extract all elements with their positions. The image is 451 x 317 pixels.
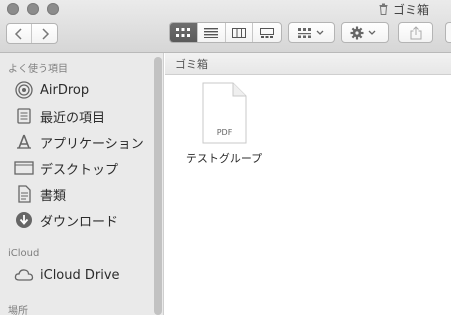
sidebar-scrollbar[interactable] [154,57,162,315]
gear-icon [350,26,376,39]
list-view-button[interactable] [198,23,226,42]
minimize-window-button[interactable] [27,3,39,15]
sidebar-section-icloud: iCloud [8,248,40,259]
window-toolbar: ゴミ箱 [0,0,451,53]
toolbar-overflow-button[interactable] [445,22,451,43]
back-button[interactable] [7,24,33,43]
zoom-window-button[interactable] [47,3,59,15]
applications-icon [14,133,34,151]
window-title: ゴミ箱 [378,0,429,18]
path-bar: ゴミ箱 [165,53,451,75]
documents-icon [14,185,34,203]
sidebar-item-label: 書類 [40,188,67,204]
column-view-button[interactable] [226,23,254,42]
list-view-icon [204,27,219,38]
chevron-right-icon [41,27,49,40]
sidebar-item-label: 最近の項目 [40,110,106,126]
cloud-icon [14,266,34,284]
file-browser: PDF テストグループ [165,76,451,315]
pdf-file-icon: PDF [202,82,247,144]
sidebar-item-airdrop[interactable]: AirDrop [14,79,89,101]
desktop-icon [14,159,34,177]
share-button[interactable] [398,22,433,43]
sidebar-item-label: アプリケーション [40,136,144,152]
path-title: ゴミ箱 [175,57,208,71]
sidebar-item-label: ダウンロード [40,214,119,230]
chevron-left-icon [14,27,22,40]
airdrop-icon [14,81,34,99]
forward-button[interactable] [32,24,57,43]
close-window-button[interactable] [7,3,19,15]
sidebar-item-label: iCloud Drive [40,267,120,283]
sidebar-item-documents[interactable]: 書類 [14,183,66,205]
file-type-label: PDF [217,128,233,137]
sidebar-section-favorites: よく使う項目 [8,64,68,75]
gallery-view-icon [260,27,275,38]
sidebar-item-label: AirDrop [40,82,90,98]
icon-view-icon [176,27,191,37]
sidebar-item-desktop[interactable]: デスクトップ [14,157,118,179]
window-title-text: ゴミ箱 [393,2,430,17]
gallery-view-button[interactable] [253,23,281,42]
sidebar-item-recents[interactable]: 最近の項目 [14,105,105,127]
share-icon [410,25,421,39]
file-item[interactable]: PDF テストグループ [179,82,269,166]
group-icon [297,27,323,38]
downloads-icon [14,211,34,229]
sidebar-item-label: デスクトップ [40,162,119,178]
icon-view-button[interactable] [170,23,198,42]
action-button[interactable] [341,22,389,43]
navigation-buttons [6,23,58,44]
trash-icon [379,3,388,15]
sidebar-item-applications[interactable]: アプリケーション [14,131,144,153]
sidebar-item-icloud-drive[interactable]: iCloud Drive [14,264,120,286]
file-name: テストグループ [185,152,263,165]
sidebar: よく使う項目 AirDrop 最近の項目 アプリケーション デスクトップ 書類 … [0,53,164,317]
column-view-icon [231,27,246,38]
group-button[interactable] [288,22,335,43]
view-mode-segment [169,22,282,43]
sidebar-item-downloads[interactable]: ダウンロード [14,209,118,231]
recents-icon [14,107,34,125]
